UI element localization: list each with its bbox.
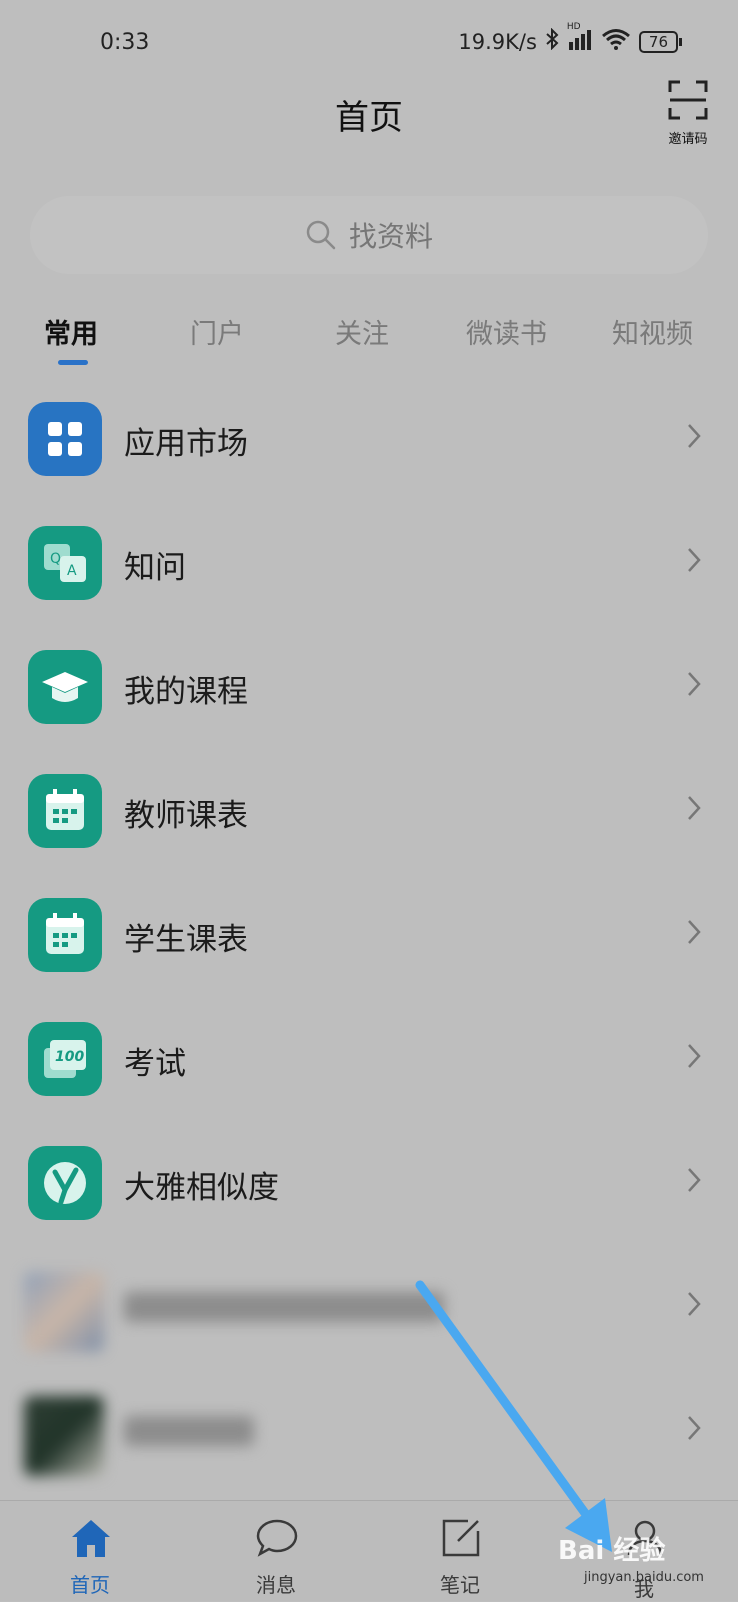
search-icon — [306, 220, 336, 250]
invite-code-button[interactable]: 邀请码 — [656, 80, 720, 147]
list-item-my-courses[interactable]: 我的课程 — [0, 626, 738, 750]
battery-indicator: 76 — [638, 30, 683, 53]
chevron-right-icon — [688, 796, 701, 820]
tab-knowledge-video[interactable]: 知视频 — [612, 312, 693, 351]
list-item-blurred-course[interactable] — [0, 1246, 738, 1370]
list-item-student-schedule[interactable]: 学生课表 — [0, 874, 738, 998]
message-icon — [256, 1519, 298, 1557]
course-thumbnail — [24, 1272, 104, 1352]
list-item-label: 应用市场 — [124, 426, 248, 462]
calendar-icon — [28, 898, 102, 972]
status-time: 0:33 — [100, 30, 150, 55]
list-item-blurred-course[interactable] — [0, 1370, 738, 1494]
search-placeholder: 找资料 — [348, 220, 433, 253]
watermark-logo: Bai 经验 — [558, 1536, 666, 1566]
list-item-teacher-schedule[interactable]: 教师课表 — [0, 750, 738, 874]
chevron-right-icon — [688, 424, 701, 448]
status-bar: 0:33 19.9K/s HD 76 — [0, 0, 738, 90]
tab-frequent[interactable]: 常用 — [44, 312, 98, 351]
chevron-right-icon — [688, 1044, 701, 1068]
nav-notes-label: 笔记 — [440, 1573, 480, 1597]
chevron-right-icon — [688, 1416, 701, 1440]
note-icon — [442, 1519, 480, 1557]
course-thumbnail — [24, 1396, 104, 1476]
list-item-label: 知问 — [124, 550, 186, 586]
search-bar[interactable]: 找资料 — [30, 196, 708, 274]
blurred-text — [124, 1416, 254, 1446]
list-item-app-market[interactable]: 应用市场 — [0, 378, 738, 502]
app-market-icon — [28, 402, 102, 476]
nav-messages-label: 消息 — [256, 1573, 296, 1597]
list-item-label: 大雅相似度 — [124, 1170, 279, 1206]
tab-following[interactable]: 关注 — [335, 312, 389, 351]
chevron-right-icon — [688, 1292, 701, 1316]
nav-notes[interactable]: 笔记 — [400, 1501, 520, 1601]
calendar-icon — [28, 774, 102, 848]
list-item-similarity-check[interactable]: 大雅相似度 — [0, 1122, 738, 1246]
signal-hd-label: HD — [566, 22, 581, 32]
daya-icon — [28, 1146, 102, 1220]
list-item-label: 考试 — [124, 1046, 186, 1082]
exam-100-icon: 100 — [28, 1022, 102, 1096]
home-icon — [72, 1520, 110, 1557]
list-item-label: 学生课表 — [124, 922, 248, 958]
qa-icon: Q A — [28, 526, 102, 600]
invite-code-label: 邀请码 — [668, 132, 708, 147]
svg-text:A: A — [67, 563, 77, 579]
chevron-right-icon — [688, 672, 701, 696]
list-item-label: 我的课程 — [124, 674, 248, 710]
scan-icon — [668, 80, 708, 120]
signal-icon: HD — [567, 22, 593, 55]
list-item-label: 教师课表 — [124, 798, 248, 834]
nav-home[interactable]: 首页 — [30, 1501, 150, 1601]
status-indicators: 19.9K/s HD 76 — [458, 22, 683, 55]
watermark-url: jingyan.baidu.com — [584, 1570, 704, 1585]
nav-messages[interactable]: 消息 — [216, 1501, 336, 1601]
list-item-exam[interactable]: 100 考试 — [0, 998, 738, 1122]
blurred-text — [124, 1292, 444, 1322]
svg-text:Q: Q — [50, 551, 61, 567]
tab-portal[interactable]: 门户 — [190, 312, 244, 351]
page-title: 首页 — [335, 98, 403, 138]
chevron-right-icon — [688, 548, 701, 572]
category-tabs: 常用 门户 关注 微读书 知视频 — [0, 300, 738, 380]
chevron-right-icon — [688, 920, 701, 944]
nav-home-label: 首页 — [70, 1573, 110, 1597]
tab-micro-reading[interactable]: 微读书 — [466, 312, 547, 351]
wifi-icon — [601, 28, 631, 55]
svg-text:100: 100 — [55, 1049, 84, 1065]
bluetooth-icon — [545, 27, 559, 55]
active-tab-indicator — [58, 360, 88, 365]
graduation-cap-icon — [28, 650, 102, 724]
network-speed: 19.9K/s — [458, 29, 537, 54]
feature-list: 应用市场 Q A 知问 我的课程 教师课表 学生课表 100 考试 大雅相似度 — [0, 378, 738, 1494]
list-item-qa[interactable]: Q A 知问 — [0, 502, 738, 626]
chevron-right-icon — [688, 1168, 701, 1192]
